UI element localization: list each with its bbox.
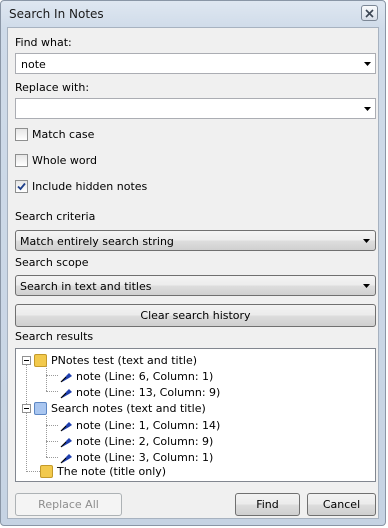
search-criteria-value: Match entirely search string [20, 235, 174, 248]
title-bar[interactable]: Search In Notes [1, 1, 385, 27]
collapse-toggle[interactable] [22, 355, 31, 365]
chevron-down-icon[interactable] [364, 107, 371, 111]
tree-item-label: note (Line: 6, Column: 1) [76, 369, 214, 383]
include-hidden-notes-label: Include hidden notes [32, 180, 148, 193]
tree-group-search-notes[interactable]: Search notes (text and title) [22, 400, 206, 416]
search-scope-value: Search in text and titles [20, 280, 152, 293]
pin-icon [60, 421, 72, 431]
find-button[interactable]: Find [235, 493, 300, 516]
tree-group-label: The note (title only) [57, 464, 167, 478]
find-what-value: note [21, 58, 46, 71]
tree-item-result[interactable]: note (Line: 2, Column: 9) [60, 433, 213, 449]
replace-with-combobox[interactable] [15, 98, 376, 119]
replace-with-label: Replace with: [15, 81, 90, 94]
tree-group-pnotes-test[interactable]: PNotes test (text and title) [22, 352, 197, 368]
clear-search-history-button[interactable]: Clear search history [15, 304, 376, 327]
tree-item-label: note (Line: 3, Column: 1) [76, 450, 214, 464]
chevron-down-icon [363, 284, 370, 288]
tree-line [46, 391, 58, 392]
tree-line [26, 471, 40, 472]
checkbox-box[interactable] [15, 154, 28, 167]
collapse-toggle[interactable] [22, 403, 31, 413]
note-icon [34, 401, 47, 415]
tree-item-result[interactable]: note (Line: 6, Column: 1) [60, 368, 213, 384]
search-scope-dropdown[interactable]: Search in text and titles [15, 275, 376, 296]
tree-group-the-note[interactable]: The note (title only) [40, 463, 166, 479]
chevron-down-icon[interactable] [364, 62, 371, 66]
tree-line [46, 416, 47, 457]
pin-icon [60, 372, 72, 382]
match-case-label: Match case [32, 128, 95, 141]
close-icon [365, 8, 374, 18]
tree-line [46, 375, 58, 376]
tree-line [46, 425, 58, 426]
search-in-notes-dialog: Search In Notes Find what: note Replace … [0, 0, 386, 526]
tree-line [46, 366, 47, 391]
cancel-button[interactable]: Cancel [307, 493, 376, 516]
tree-line [46, 441, 58, 442]
tree-group-label: Search notes (text and title) [51, 401, 206, 415]
tree-group-label: PNotes test (text and title) [51, 353, 198, 367]
tree-line [26, 360, 27, 472]
search-results-label: Search results [15, 330, 94, 343]
checkmark-icon [17, 182, 26, 191]
chevron-down-icon [363, 239, 370, 243]
search-criteria-label: Search criteria [15, 210, 96, 223]
tree-item-result[interactable]: note (Line: 1, Column: 14) [60, 417, 220, 433]
search-scope-label: Search scope [15, 256, 89, 269]
whole-word-label: Whole word [32, 154, 97, 167]
note-icon [34, 353, 47, 367]
dialog-body: Find what: note Replace with: Match case… [7, 27, 379, 519]
window-title: Search In Notes [9, 7, 104, 21]
find-what-combobox[interactable]: note [15, 53, 376, 74]
tree-item-label: note (Line: 2, Column: 9) [76, 434, 214, 448]
replace-all-button[interactable]: Replace All [15, 493, 122, 516]
checkbox-box[interactable] [15, 128, 28, 141]
include-hidden-notes-checkbox[interactable]: Include hidden notes [15, 179, 147, 194]
tree-item-result[interactable]: note (Line: 13, Column: 9) [60, 384, 220, 400]
tree-item-label: note (Line: 1, Column: 14) [76, 418, 221, 432]
search-criteria-dropdown[interactable]: Match entirely search string [15, 230, 376, 251]
match-case-checkbox[interactable]: Match case [15, 127, 94, 142]
pin-icon [60, 453, 72, 463]
pin-icon [60, 437, 72, 447]
tree-line [46, 457, 58, 458]
tree-item-label: note (Line: 13, Column: 9) [76, 385, 221, 399]
checkbox-box[interactable] [15, 180, 28, 193]
whole-word-checkbox[interactable]: Whole word [15, 153, 97, 168]
close-button[interactable] [361, 5, 378, 21]
find-what-label: Find what: [15, 36, 72, 49]
pin-icon [60, 388, 72, 398]
search-results-tree[interactable]: PNotes test (text and title) note (Line:… [15, 348, 376, 482]
note-icon [40, 464, 53, 478]
